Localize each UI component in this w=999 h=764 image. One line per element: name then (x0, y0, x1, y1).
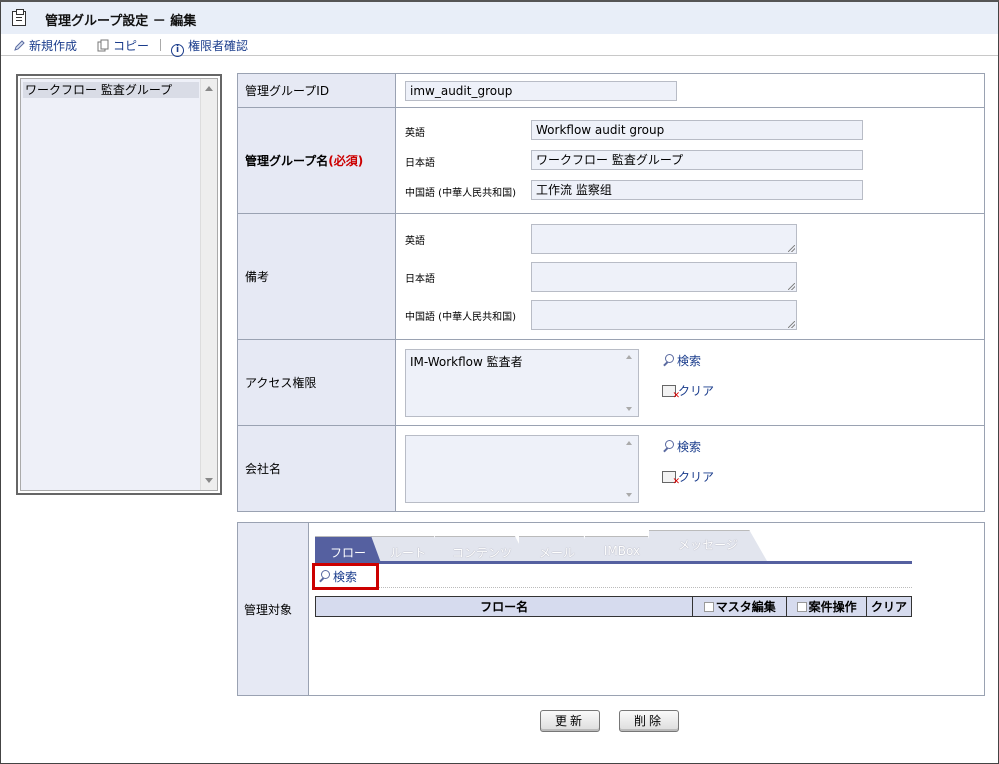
search-icon (662, 440, 675, 453)
name-zh-field[interactable]: 工作流 监察组 (531, 179, 863, 200)
clear-header[interactable]: クリア (866, 596, 912, 617)
access-search-link[interactable]: 検索 (662, 352, 714, 369)
case-op-label: 案件操作 (808, 600, 857, 614)
group-name-label-cell: 管理グループ名(必須) (237, 107, 396, 214)
remarks-zh-textarea[interactable] (531, 299, 797, 330)
group-form: 管理グループID imw_audit_group 管理グループ名(必須) 英語 … (237, 73, 985, 512)
scroll-up-icon[interactable] (205, 86, 213, 91)
tab-mail-label: メール (538, 546, 575, 560)
name-en-field[interactable]: Workflow audit group (531, 119, 863, 140)
master-edit-label: マスタ編集 (715, 600, 776, 614)
tab-contents-label: コンテンツ (451, 546, 512, 560)
company-label: 会社名 (237, 425, 396, 512)
tab-flow[interactable]: フロー (315, 536, 381, 563)
group-id-field[interactable]: imw_audit_group (405, 80, 677, 101)
flow-name-header: フロー名 (314, 596, 694, 617)
group-list-item[interactable]: ワークフロー 監査グループ (23, 82, 199, 98)
case-op-checkbox[interactable] (796, 602, 807, 612)
tab-imbox-label: IMBox (603, 544, 641, 558)
access-clear-label: クリア (678, 384, 715, 398)
company-list[interactable] (405, 434, 639, 503)
target-label: 管理対象 (237, 522, 309, 696)
scroll-down-icon[interactable] (626, 406, 632, 411)
access-scrollbar[interactable] (623, 351, 637, 415)
list-scrollbar[interactable] (200, 79, 217, 490)
lang-ja-label: 日本語 (405, 157, 435, 169)
access-label: アクセス権限 (237, 339, 396, 426)
lang-zh-label: 中国語 (中華人民共和国) (405, 187, 516, 199)
required-mark: (必須) (328, 154, 364, 168)
company-clear-label: クリア (678, 470, 715, 484)
search-icon (662, 354, 675, 367)
flow-table: フロー名 マスタ編集 案件操作 クリア (314, 596, 912, 617)
remarks-label: 備考 (237, 213, 396, 340)
access-item[interactable]: IM-Workflow 監査者 (410, 355, 523, 369)
company-clear-link[interactable]: クリア (662, 468, 715, 487)
name-ja-field[interactable]: ワークフロー 監査グループ (531, 149, 863, 170)
access-clear-link[interactable]: クリア (662, 382, 715, 401)
copy-icon (97, 39, 109, 52)
scroll-down-icon[interactable] (626, 492, 632, 497)
master-edit-header[interactable]: マスタ編集 (692, 596, 788, 617)
clear-icon (662, 385, 680, 401)
case-op-header[interactable]: 案件操作 (786, 596, 868, 617)
toolbar: 新規作成 コピー i 権限者確認 (1, 34, 998, 57)
title-bar: 管理グループ設定 － 編集 (1, 2, 998, 34)
scroll-up-icon[interactable] (626, 354, 632, 359)
delete-button[interactable]: 削除 (619, 710, 680, 732)
auth-label: 権限者確認 (188, 39, 249, 53)
tab-message[interactable]: メッセージ (649, 530, 767, 561)
info-icon: i (171, 44, 184, 57)
access-search-label: 検索 (677, 354, 702, 368)
scroll-down-icon[interactable] (205, 478, 213, 483)
remarks-lang-en-label: 英語 (405, 235, 425, 247)
auth-check-button[interactable]: i 権限者確認 (171, 37, 248, 57)
update-button[interactable]: 更新 (540, 710, 601, 732)
clear-icon (662, 471, 680, 487)
company-search-label: 検索 (677, 440, 702, 454)
pencil-icon (14, 40, 25, 51)
tab-imbox[interactable]: IMBox (585, 536, 659, 563)
group-id-label: 管理グループID (237, 73, 396, 108)
new-button[interactable]: 新規作成 (13, 37, 77, 54)
tab-contents[interactable]: コンテンツ (435, 536, 529, 563)
copy-button[interactable]: コピー (97, 37, 149, 54)
group-list-panel: ワークフロー 監査グループ (16, 74, 222, 495)
toolbar-divider (160, 39, 161, 51)
copy-label: コピー (113, 39, 150, 53)
group-list[interactable]: ワークフロー 監査グループ (20, 78, 218, 491)
tab-message-label: メッセージ (678, 538, 738, 552)
remarks-lang-zh-label: 中国語 (中華人民共和国) (405, 311, 516, 323)
group-name-label: 管理グループ名 (245, 154, 329, 168)
remarks-lang-ja-label: 日本語 (405, 273, 435, 285)
tab-flow-label: フロー (329, 546, 366, 560)
company-scrollbar[interactable] (623, 437, 637, 501)
access-list[interactable]: IM-Workflow 監査者 (405, 348, 639, 417)
company-search-link[interactable]: 検索 (662, 438, 714, 455)
tab-mail[interactable]: メール (519, 536, 595, 563)
target-search-bar (315, 564, 912, 588)
remarks-ja-textarea[interactable] (531, 261, 797, 292)
new-label: 新規作成 (29, 39, 78, 53)
remarks-en-textarea[interactable] (531, 223, 797, 254)
master-edit-checkbox[interactable] (703, 602, 714, 612)
tab-route[interactable]: ルート (371, 536, 445, 563)
lang-en-label: 英語 (405, 127, 425, 139)
tab-route-label: ルート (389, 546, 426, 560)
clipboard-icon (12, 9, 26, 26)
page-title: 管理グループ設定 － 編集 (45, 14, 197, 29)
scroll-up-icon[interactable] (626, 440, 632, 445)
highlight-box (312, 563, 379, 590)
